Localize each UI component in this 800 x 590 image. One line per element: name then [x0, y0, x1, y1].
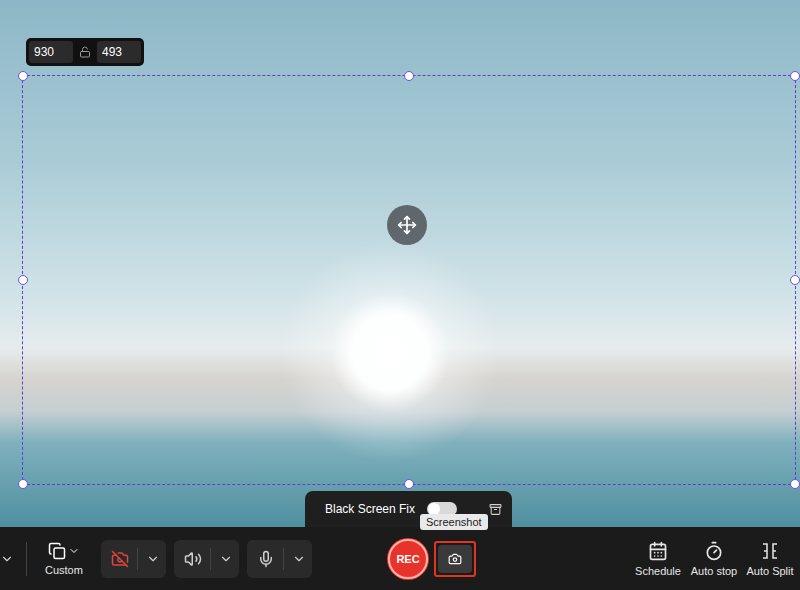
right-tools: Schedule Auto stop Auto Split [634, 541, 800, 577]
webcam-off-icon [111, 550, 129, 568]
archive-icon [489, 503, 502, 516]
speaker-icon [184, 550, 202, 568]
rec-button[interactable]: REC [388, 539, 428, 579]
resize-handle[interactable] [18, 479, 28, 489]
chevron-icon[interactable] [146, 552, 160, 566]
recorder-screen: 930 493 Black Screen Fix Screenshot Custom RE… [0, 0, 800, 590]
resize-handle[interactable] [18, 71, 28, 81]
screenshot-highlight [434, 541, 476, 577]
camera-icon [448, 552, 462, 566]
resize-handle[interactable] [790, 479, 800, 489]
selection-area[interactable] [22, 75, 796, 485]
aspect-lock[interactable] [77, 46, 93, 58]
action-button[interactable]: Schedule [634, 541, 682, 577]
resize-handle[interactable] [790, 71, 800, 81]
divider [26, 542, 27, 576]
move-icon [397, 215, 417, 235]
separator [210, 548, 211, 570]
chevron-icon[interactable] [0, 552, 14, 566]
calendar-icon [648, 541, 668, 561]
action-label: Auto stop [691, 565, 737, 577]
action-label: Schedule [635, 565, 681, 577]
region-label: Custom [45, 564, 83, 576]
separator [283, 548, 284, 570]
dimension-box: 930 493 [26, 38, 144, 66]
record-controls: REC [324, 539, 476, 579]
unlock-icon [79, 46, 91, 58]
capture-canvas: 930 493 Black Screen Fix [0, 0, 800, 527]
microphone-button[interactable] [247, 540, 312, 578]
resize-handle[interactable] [18, 275, 28, 285]
region-button[interactable]: Custom [45, 542, 83, 576]
screenshot-button[interactable] [438, 545, 472, 573]
resize-handle[interactable] [404, 479, 414, 489]
width-field[interactable]: 930 [29, 41, 73, 63]
black-screen-fix-label: Black Screen Fix [325, 502, 415, 516]
action-button[interactable]: Auto Split [746, 541, 794, 577]
chevron-icon [68, 545, 80, 557]
webcam-button[interactable] [101, 540, 166, 578]
action-label: Auto Split [746, 565, 793, 577]
tooltip: Screenshot [420, 514, 488, 530]
action-button[interactable]: Auto stop [690, 541, 738, 577]
toolbar: Custom REC Schedule Auto stop Auto Split [0, 527, 800, 590]
microphone-icon [257, 550, 275, 568]
left-tools: Custom [0, 540, 312, 578]
region-icon-row [48, 542, 80, 560]
resize-handle[interactable] [790, 275, 800, 285]
height-field[interactable]: 493 [97, 41, 141, 63]
region-icon [48, 542, 66, 560]
chevron-icon[interactable] [292, 552, 306, 566]
resize-handle[interactable] [404, 71, 414, 81]
split-icon [760, 541, 780, 561]
collapse-button[interactable] [489, 503, 502, 516]
separator [137, 548, 138, 570]
system-audio-button[interactable] [174, 540, 239, 578]
chevron-icon[interactable] [219, 552, 233, 566]
move-handle[interactable] [387, 205, 427, 245]
timer-icon [704, 541, 724, 561]
